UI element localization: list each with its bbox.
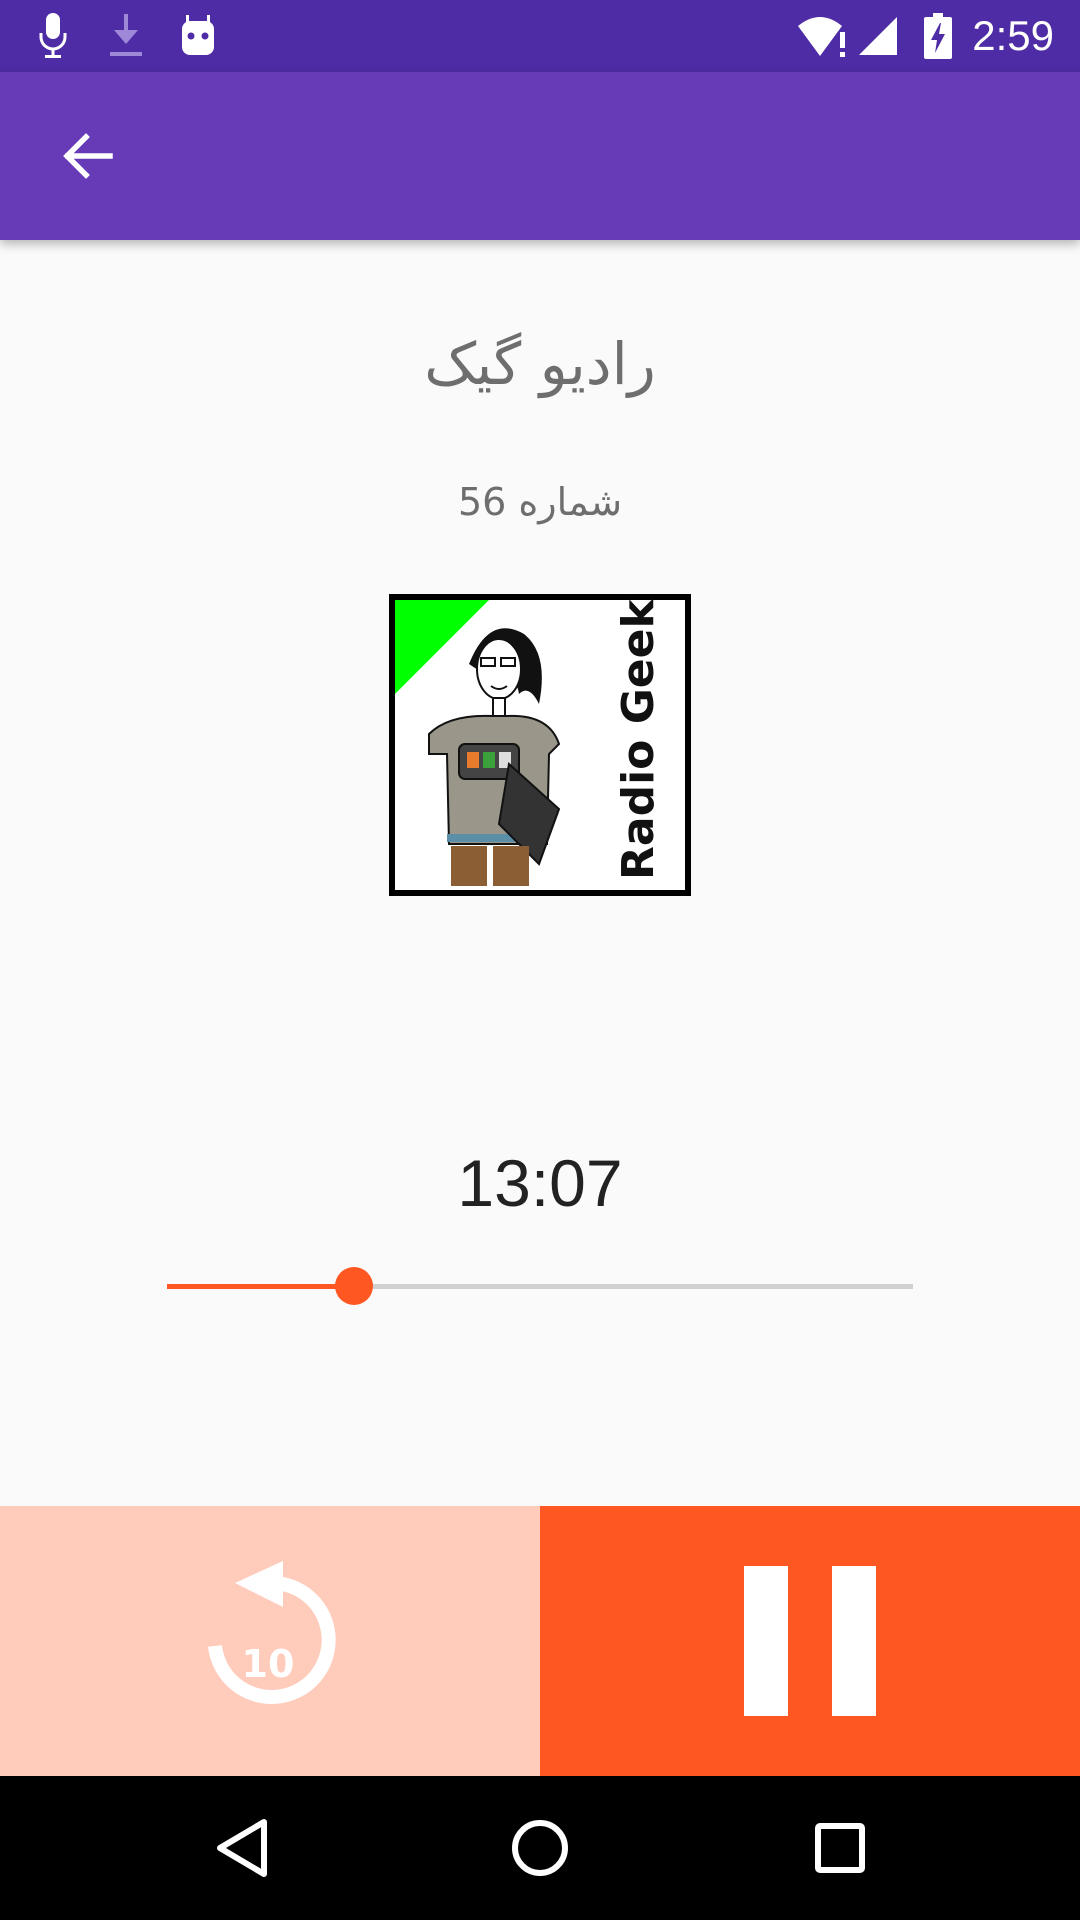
system-nav-bar xyxy=(0,1776,1080,1920)
playback-controls: 10 xyxy=(0,1506,1080,1776)
replay-10-button[interactable]: 10 xyxy=(0,1506,540,1776)
signal-icon xyxy=(856,0,900,72)
podcast-title: رادیو گیک xyxy=(424,330,656,398)
microphone-icon xyxy=(36,0,70,72)
nav-home-button[interactable] xyxy=(468,1776,612,1920)
nav-back-button[interactable] xyxy=(170,1776,314,1920)
seek-thumb[interactable] xyxy=(334,1267,373,1305)
nav-back-icon xyxy=(217,1819,267,1877)
app-bar xyxy=(0,72,1080,240)
pause-icon xyxy=(744,1566,876,1716)
arrow-back-icon xyxy=(63,133,113,179)
podcast-cover-art: Radio Geek xyxy=(389,594,691,896)
episode-label: شماره 56 xyxy=(457,480,623,524)
nav-home-icon xyxy=(512,1820,568,1876)
seek-bar[interactable] xyxy=(167,1266,913,1306)
pause-button[interactable] xyxy=(540,1506,1080,1776)
status-clock: 2:59 xyxy=(972,12,1054,59)
seek-progress-fill xyxy=(167,1284,354,1289)
nav-recents-icon xyxy=(815,1823,865,1873)
back-button[interactable] xyxy=(40,108,136,204)
replay-10-icon: 10 xyxy=(208,1561,336,1704)
elapsed-time: 13:07 xyxy=(457,1146,623,1220)
replay-seconds-label: 10 xyxy=(242,1642,295,1686)
android-icon xyxy=(178,0,218,72)
status-bar: 2:59 xyxy=(0,0,1080,72)
battery-charging-icon xyxy=(918,0,958,72)
cover-title-text: Radio Geek xyxy=(613,598,664,880)
wifi-alert-icon xyxy=(796,0,850,72)
download-icon xyxy=(106,0,146,72)
nav-recents-button[interactable] xyxy=(768,1776,912,1920)
